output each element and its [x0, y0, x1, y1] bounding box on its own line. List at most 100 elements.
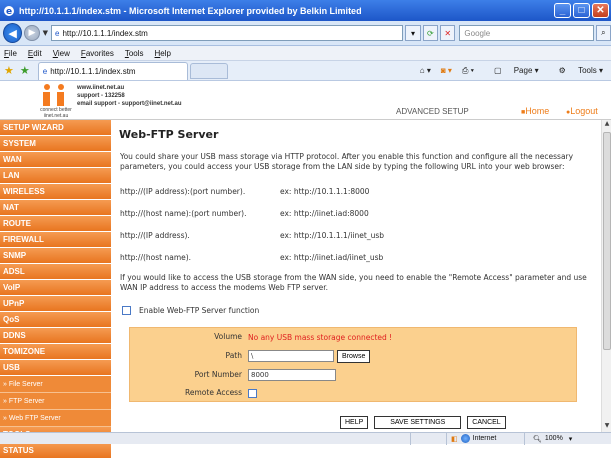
tools-menu[interactable]: ⚙ Tools ▾ — [549, 66, 603, 75]
maximize-button[interactable]: □ — [573, 3, 590, 18]
zoom-control[interactable]: 🔍︎ 100% ▾ — [524, 432, 611, 445]
minimize-button[interactable]: _ — [554, 3, 571, 18]
sidebar-item-ddns[interactable]: DDNS — [0, 328, 111, 344]
sidebar-item-status[interactable]: STATUS — [0, 443, 111, 459]
forward-button[interactable]: ▶ — [24, 25, 40, 41]
wan-note: If you would like to access the USB stor… — [120, 273, 587, 292]
url-example-1: ex: http://10.1.1.1:8000 — [280, 187, 370, 196]
port-label: Port Number — [194, 370, 242, 379]
port-row: Port Number 8000 — [130, 366, 578, 384]
sidebar-subitem-file-server[interactable]: » File Server — [0, 376, 111, 393]
tab-label: http://10.1.1.1/index.stm — [50, 66, 136, 76]
status-text — [0, 433, 410, 445]
command-bar: ⌂ ▾ ◙ ▾ ⎙ ▾ ▢ Page ▾ ⚙ Tools ▾ — [410, 66, 611, 76]
contact-info: www.iinet.net.au support - 132258 email … — [77, 84, 182, 108]
path-input[interactable]: \ — [248, 350, 334, 362]
save-settings-button[interactable]: SAVE SETTINGS — [374, 416, 462, 429]
feeds-icon[interactable]: ◙ ▾ — [441, 66, 452, 75]
scroll-up-icon[interactable]: ▲ — [602, 120, 611, 130]
search-input[interactable]: Google — [459, 25, 594, 41]
refresh-icon[interactable]: ⟳ — [422, 25, 439, 41]
menu-edit[interactable]: Edit — [28, 49, 42, 58]
print-icon[interactable]: ⎙ ▾ — [462, 66, 474, 76]
browse-button[interactable]: Browse — [337, 349, 371, 363]
sidebar-item-setup-wizard[interactable]: SETUP WIZARD — [0, 120, 111, 136]
menu-view[interactable]: View — [53, 49, 70, 58]
site-url: www.iinet.net.au — [77, 85, 125, 91]
close-button[interactable]: ✕ — [592, 3, 609, 18]
page-menu[interactable]: ▢ Page ▾ — [484, 66, 539, 75]
scroll-down-icon[interactable]: ▼ — [602, 422, 611, 432]
menu-favorites[interactable]: Favorites — [81, 49, 114, 58]
sidebar-item-snmp[interactable]: SNMP — [0, 248, 111, 264]
port-value: 8000 — [251, 371, 269, 379]
sidebar-item-lan[interactable]: LAN — [0, 168, 111, 184]
status-bar: ◧ Internet 🔍︎ 100% ▾ — [0, 432, 611, 445]
logo-caption-line2: iinet.net.au — [43, 113, 69, 119]
path-row: Path \ Browse — [130, 347, 578, 365]
page-menu-label: Page — [513, 66, 533, 75]
address-input[interactable]: e http://10.1.1.1/index.stm — [51, 25, 404, 41]
logout-link-label: Logout — [570, 106, 598, 116]
address-text: http://10.1.1.1/index.stm — [62, 28, 148, 38]
intro-text: You could share your USB mass storage vi… — [120, 152, 574, 171]
logout-link[interactable]: ●Logout — [566, 106, 598, 116]
enable-row: Enable Web-FTP Server function — [122, 306, 259, 315]
port-input[interactable]: 8000 — [248, 369, 336, 381]
url-example-2: ex: http://iinet.iad:8000 — [280, 209, 369, 218]
url-pattern-4: http://(host name). — [120, 253, 192, 262]
sidebar-item-qos[interactable]: QoS — [0, 312, 111, 328]
page-menu-icon: ▢ — [493, 66, 504, 75]
add-favorite-icon[interactable]: ★ — [20, 64, 30, 77]
search-icon[interactable]: ⌕ — [595, 25, 611, 41]
page-icon: e — [55, 28, 60, 38]
sidebar-item-tomizone[interactable]: TOMIZONE — [0, 344, 111, 360]
favorites-bar: ★ ★ e http://10.1.1.1/index.stm ⌂ ▾ ◙ ▾ … — [0, 61, 611, 81]
cancel-button[interactable]: CANCEL — [467, 416, 506, 429]
address-dropdown-icon[interactable]: ▾ — [405, 25, 421, 41]
main-content: Web-FTP Server You could share your USB … — [111, 120, 601, 432]
iinet-logo: connect better iinet.net.au — [30, 84, 82, 119]
back-button[interactable]: ◀ — [3, 23, 23, 43]
home-link[interactable]: ■Home — [521, 106, 549, 116]
internet-globe-icon — [460, 434, 470, 443]
tools-menu-icon: ⚙ — [558, 66, 569, 75]
home-icon[interactable]: ⌂ ▾ — [420, 66, 431, 75]
enable-checkbox[interactable] — [122, 306, 131, 315]
status-empty-1 — [410, 432, 446, 445]
tab-current[interactable]: e http://10.1.1.1/index.stm — [37, 61, 188, 80]
sidebar-item-upnp[interactable]: UPnP — [0, 296, 111, 312]
sidebar-item-usb[interactable]: USB — [0, 360, 111, 376]
enable-label: Enable Web-FTP Server function — [139, 306, 260, 315]
sidebar-item-system[interactable]: SYSTEM — [0, 136, 111, 152]
menu-tools[interactable]: Tools — [125, 49, 144, 58]
sidebar-item-route[interactable]: ROUTE — [0, 216, 111, 232]
help-button[interactable]: HELP — [340, 416, 369, 429]
vertical-scrollbar[interactable]: ▲ ▼ — [601, 120, 611, 432]
sidebar-subitem-ftp-server[interactable]: » FTP Server — [0, 393, 111, 410]
path-value: \ — [251, 352, 254, 360]
sidebar-item-adsl[interactable]: ADSL — [0, 264, 111, 280]
sidebar-item-firewall[interactable]: FIREWALL — [0, 232, 111, 248]
stop-icon[interactable]: ✕ — [440, 25, 456, 41]
favorites-star-icon[interactable]: ★ — [4, 64, 14, 77]
zone-label: Internet — [472, 435, 497, 442]
sidebar-item-wireless[interactable]: WIRELESS — [0, 184, 111, 200]
window-titlebar: e http://10.1.1.1/index.stm - Microsoft … — [0, 0, 611, 21]
sidebar-subitem-web-ftp-server[interactable]: » Web FTP Server — [0, 410, 111, 427]
remote-access-checkbox[interactable] — [248, 388, 257, 398]
menu-bar: File Edit View Favorites Tools Help — [0, 46, 611, 61]
zoom-dropdown-icon[interactable]: ▾ — [569, 435, 573, 443]
scroll-thumb[interactable] — [603, 132, 611, 350]
menu-help[interactable]: Help — [155, 49, 171, 58]
new-tab-button[interactable] — [189, 62, 228, 79]
sidebar: SETUP WIZARD SYSTEM WAN LAN WIRELESS NAT… — [0, 120, 111, 459]
protected-mode-icon: ◧ — [451, 435, 458, 443]
home-link-label: Home — [525, 106, 550, 116]
logo-caption: connect better iinet.net.au — [30, 107, 82, 119]
history-dropdown-icon[interactable]: ▼ — [43, 29, 48, 37]
menu-file[interactable]: File — [4, 49, 17, 58]
sidebar-item-voip[interactable]: VoIP — [0, 280, 111, 296]
sidebar-item-nat[interactable]: NAT — [0, 200, 111, 216]
sidebar-item-wan[interactable]: WAN — [0, 152, 111, 168]
